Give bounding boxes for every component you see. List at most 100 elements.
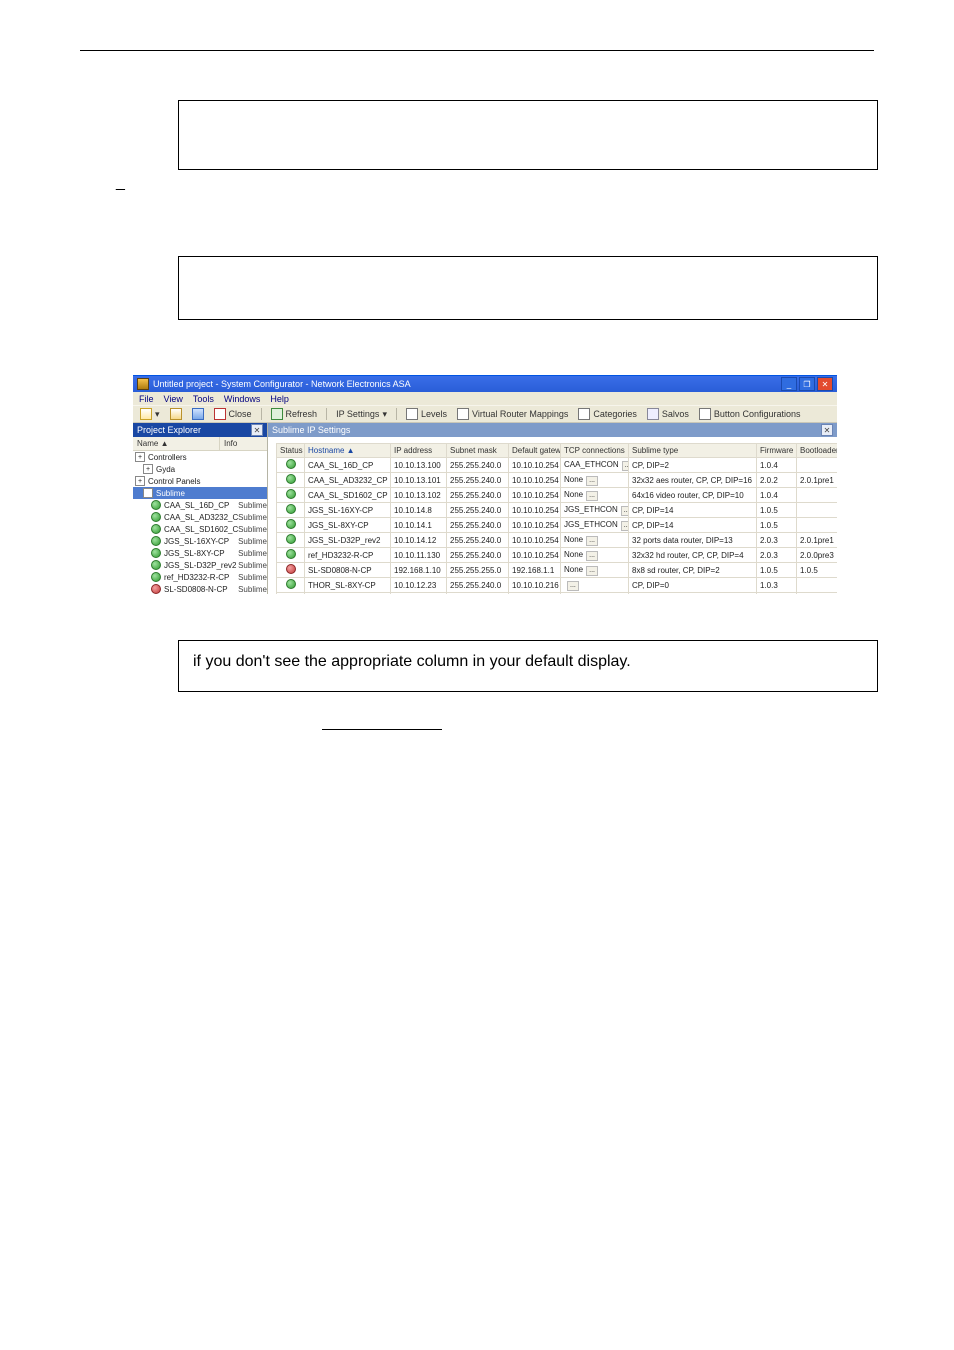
cell-gateway: 10.10.10.254 [509,593,561,595]
explorer-col-info[interactable]: Info [220,437,267,450]
toolbar-open-button[interactable] [167,408,185,420]
pane-close-icon[interactable]: ✕ [251,424,263,436]
status-dot-icon [286,534,296,544]
toolbar-vrm-label: Virtual Router Mappings [472,409,568,419]
tree-item[interactable]: CAA_SL_AD3232_C...Sublime [133,511,267,523]
toolbar-button-configs-button[interactable]: Button Configurations [696,408,804,420]
status-dot-icon [151,572,161,582]
tcp-ellipsis-button[interactable]: ... [586,476,598,486]
menu-tools[interactable]: Tools [193,394,214,404]
menu-windows[interactable]: Windows [224,394,261,404]
col-mask[interactable]: Subnet mask [447,444,509,458]
tree-node-sublime[interactable]: −Sublime [133,487,267,499]
toolbar-vrm-button[interactable]: Virtual Router Mappings [454,408,571,420]
table-row[interactable]: CAA_SL_16D_CP10.10.13.100255.255.240.010… [277,458,838,473]
toolbar-salvos-button[interactable]: Salvos [644,408,692,420]
tcp-ellipsis-button[interactable]: ... [586,536,598,546]
toolbar-new-button[interactable]: ▾ [137,408,163,420]
tcp-ellipsis-button[interactable]: ... [567,581,579,591]
tree-node-control-panels[interactable]: +Control Panels [133,475,267,487]
salvos-icon [647,408,659,420]
tree-item[interactable]: JGS_SL-D32P_rev2Sublime [133,559,267,571]
pane-close-icon[interactable]: ✕ [821,424,833,436]
cell-bootloader: 2.0.3 [797,593,838,595]
toolbar-button-configs-label: Button Configurations [714,409,801,419]
toolbar-refresh-button[interactable]: Refresh [268,408,321,420]
table-row[interactable]: ref_HD3232-R-CP10.10.11.130255.255.240.0… [277,548,838,563]
menu-help[interactable]: Help [270,394,289,404]
tree-item[interactable]: SL-SD0808-N-CPSublime [133,583,267,594]
status-dot-icon [286,489,296,499]
cell-tcp: aaa_ethcon... [561,593,629,595]
toolbar-categories-button[interactable]: Categories [575,408,640,420]
table-row[interactable]: CAA_SL_AD3232_CP10.10.13.101255.255.240.… [277,473,838,488]
window-close-button[interactable]: ✕ [817,377,833,391]
collapse-icon[interactable]: − [143,488,153,498]
explorer-col-name[interactable]: Name ▲ [133,437,220,450]
tree-item[interactable]: JGS_SL-16XY-CPSublime [133,535,267,547]
col-bootloader[interactable]: Bootloader [797,444,838,458]
cell-bootloader [797,518,838,533]
tcp-ellipsis-button[interactable]: ... [621,521,629,531]
tree-item[interactable]: ref_HD3232-R-CPSublime [133,571,267,583]
toolbar-close-button[interactable]: Close [211,408,255,420]
table-row[interactable]: aaa_gpio10.10.13.27255.255.240.010.10.10… [277,593,838,595]
menu-file[interactable]: File [139,394,154,404]
ip-settings-table: Status Hostname ▲ IP address Subnet mask… [276,443,837,594]
col-status[interactable]: Status [277,444,305,458]
cell-tcp: None... [561,473,629,488]
toolbar-levels-button[interactable]: Levels [403,408,450,420]
tree-node-gyda[interactable]: +Gyda [133,463,267,475]
toolbar-save-button[interactable] [189,408,207,420]
tree-item[interactable]: CAA_SL_16D_CPSublime [133,499,267,511]
open-icon [170,408,182,420]
cell-status [277,518,305,533]
toolbar-ip-settings-label: IP Settings [336,409,379,419]
status-dot-icon [286,474,296,484]
window-maximize-button[interactable]: ❐ [799,377,815,391]
cell-ip: 10.10.13.101 [391,473,447,488]
cell-gateway: 192.168.1.1 [509,563,561,578]
col-hostname[interactable]: Hostname ▲ [305,444,391,458]
col-type[interactable]: Sublime type [629,444,757,458]
cell-bootloader [797,578,838,593]
tcp-ellipsis-button[interactable]: ... [621,506,629,516]
tree-item[interactable]: CAA_SL_SD1602_C...Sublime [133,523,267,535]
tcp-ellipsis-button[interactable]: ... [586,566,598,576]
expand-icon[interactable]: + [143,464,153,474]
window-title: Untitled project - System Configurator -… [153,379,411,389]
ip-settings-header: Sublime IP Settings ✕ [268,423,837,437]
expand-icon[interactable]: + [135,452,145,462]
tcp-ellipsis-button[interactable]: ... [622,461,629,471]
cell-tcp: None... [561,548,629,563]
col-firmware[interactable]: Firmware [757,444,797,458]
toolbar-ip-settings-button[interactable]: IP Settings ▾ [333,409,390,420]
tree-item-name: CAA_SL_AD3232_C... [164,513,238,522]
table-row[interactable]: THOR_SL-8XY-CP10.10.12.23255.255.240.010… [277,578,838,593]
cell-status [277,473,305,488]
table-row[interactable]: CAA_SL_SD1602_CP10.10.13.102255.255.240.… [277,488,838,503]
dropdown-caret: ▾ [382,409,387,420]
window-minimize-button[interactable]: _ [781,377,797,391]
table-header-row: Status Hostname ▲ IP address Subnet mask… [277,444,838,458]
table-row[interactable]: JGS_SL-D32P_rev210.10.14.12255.255.240.0… [277,533,838,548]
cell-type: 64x16 video router, CP, DIP=10 [629,488,757,503]
col-ip[interactable]: IP address [391,444,447,458]
expand-icon[interactable]: + [135,476,145,486]
tcp-ellipsis-button[interactable]: ... [586,491,598,501]
tree-item[interactable]: JGS_SL-8XY-CPSublime [133,547,267,559]
cell-bootloader: 1.0.5 [797,563,838,578]
col-gateway[interactable]: Default gateway [509,444,561,458]
cell-ip: 10.10.11.130 [391,548,447,563]
cell-firmware: 1.0.3 [757,578,797,593]
col-tcp[interactable]: TCP connections [561,444,629,458]
project-explorer-title: Project Explorer [137,425,201,435]
tree-node-controllers[interactable]: +Controllers [133,451,267,463]
menu-view[interactable]: View [164,394,183,404]
table-row[interactable]: JGS_SL-16XY-CP10.10.14.8255.255.240.010.… [277,503,838,518]
tcp-ellipsis-button[interactable]: ... [586,551,598,561]
cell-type: 32x32 hd router, CP, CP, DIP=4 [629,548,757,563]
table-row[interactable]: JGS_SL-8XY-CP10.10.14.1255.255.240.010.1… [277,518,838,533]
table-row[interactable]: SL-SD0808-N-CP192.168.1.10255.255.255.01… [277,563,838,578]
cell-hostname: CAA_SL_SD1602_CP [305,488,391,503]
